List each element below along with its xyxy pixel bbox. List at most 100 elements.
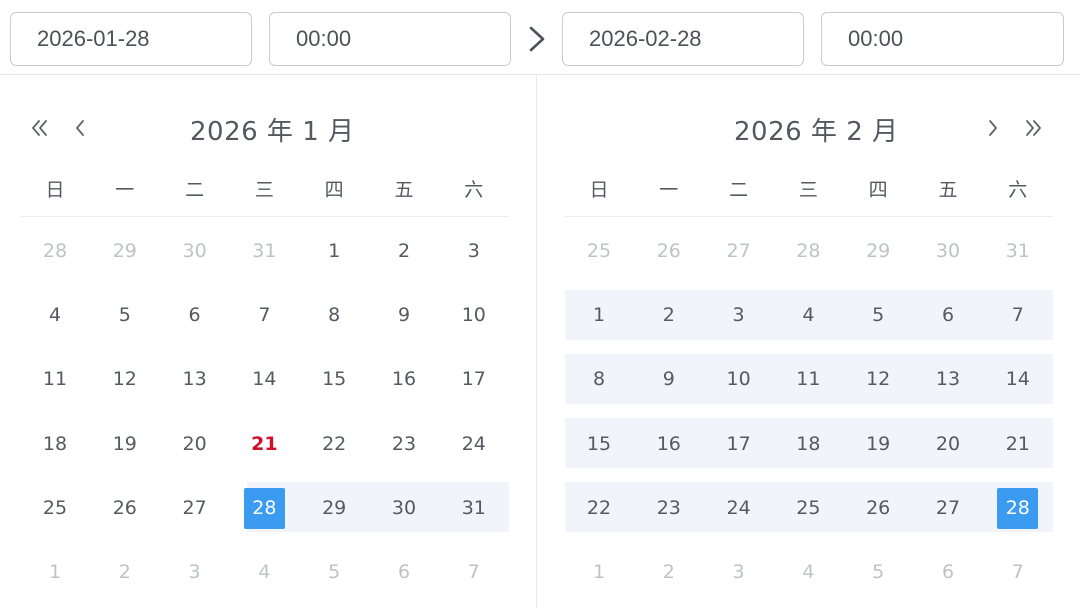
day-cell[interactable]: 11: [777, 354, 839, 404]
day-cell[interactable]: 3: [708, 290, 770, 340]
day-cell[interactable]: 25: [777, 483, 839, 533]
day-cell[interactable]: 23: [373, 419, 435, 469]
day-cell[interactable]: 27: [164, 483, 226, 533]
day-cell[interactable]: 4: [777, 290, 839, 340]
day-cell[interactable]: 6: [917, 547, 979, 597]
day-cell[interactable]: 1: [303, 226, 365, 276]
day-cell[interactable]: 13: [917, 354, 979, 404]
day-cell[interactable]: 2: [94, 547, 156, 597]
day-cell[interactable]: 22: [568, 483, 630, 533]
day-cell[interactable]: 29: [94, 226, 156, 276]
day-cell[interactable]: 16: [373, 354, 435, 404]
day-number: 26: [656, 240, 681, 262]
day-cell[interactable]: 28: [24, 226, 86, 276]
day-cell[interactable]: 25: [568, 226, 630, 276]
day-cell[interactable]: 9: [373, 290, 435, 340]
day-cell[interactable]: 31: [443, 483, 505, 533]
day-cell[interactable]: 5: [847, 547, 909, 597]
day-cell-selected[interactable]: 28: [987, 483, 1049, 533]
day-cell[interactable]: 7: [987, 290, 1049, 340]
day-cell[interactable]: 15: [568, 419, 630, 469]
day-cell[interactable]: 30: [164, 226, 226, 276]
day-cell[interactable]: 25: [24, 483, 86, 533]
day-cell[interactable]: 2: [638, 290, 700, 340]
day-cell[interactable]: 17: [708, 419, 770, 469]
day-cell[interactable]: 4: [777, 547, 839, 597]
day-cell[interactable]: 10: [708, 354, 770, 404]
double-chevron-right-icon[interactable]: [1020, 115, 1046, 141]
day-cell-selected[interactable]: 28: [233, 483, 295, 533]
day-cell[interactable]: 20: [164, 419, 226, 469]
day-cell[interactable]: 31: [987, 226, 1049, 276]
day-cell[interactable]: 17: [443, 354, 505, 404]
day-cell[interactable]: 10: [443, 290, 505, 340]
day-cell[interactable]: 29: [303, 483, 365, 533]
day-cell[interactable]: 11: [24, 354, 86, 404]
day-cell[interactable]: 18: [777, 419, 839, 469]
day-cell[interactable]: 6: [373, 547, 435, 597]
day-cell[interactable]: 20: [917, 419, 979, 469]
day-cell-today[interactable]: 21: [233, 419, 295, 469]
day-number: 17: [726, 432, 751, 455]
day-cell[interactable]: 19: [94, 419, 156, 469]
start-date-input[interactable]: 2026-01-28: [10, 12, 252, 66]
day-number: 30: [182, 240, 207, 262]
day-cell[interactable]: 30: [917, 226, 979, 276]
day-cell[interactable]: 30: [373, 483, 435, 533]
end-date-input[interactable]: 2026-02-28: [562, 12, 804, 66]
day-cell[interactable]: 8: [303, 290, 365, 340]
day-cell[interactable]: 5: [94, 290, 156, 340]
day-cell[interactable]: 5: [847, 290, 909, 340]
end-time-input[interactable]: 00:00: [821, 12, 1064, 66]
day-cell[interactable]: 2: [638, 547, 700, 597]
day-cell[interactable]: 29: [847, 226, 909, 276]
day-number: 31: [1005, 240, 1030, 262]
day-cell[interactable]: 8: [568, 354, 630, 404]
day-cell[interactable]: 14: [987, 354, 1049, 404]
day-number: 30: [935, 240, 961, 262]
day-cell[interactable]: 2: [373, 226, 435, 276]
chevron-right-icon[interactable]: [980, 115, 1006, 141]
day-cell[interactable]: 5: [303, 547, 365, 597]
day-cell[interactable]: 14: [233, 354, 295, 404]
day-cell[interactable]: 12: [94, 354, 156, 404]
day-cell[interactable]: 7: [233, 290, 295, 340]
day-cell[interactable]: 4: [233, 547, 295, 597]
day-cell[interactable]: 7: [987, 547, 1049, 597]
day-cell[interactable]: 1: [568, 547, 630, 597]
day-cell[interactable]: 6: [917, 290, 979, 340]
start-time-input[interactable]: 00:00: [269, 12, 511, 66]
day-cell[interactable]: 4: [24, 290, 86, 340]
day-cell[interactable]: 24: [443, 419, 505, 469]
day-cell[interactable]: 15: [303, 354, 365, 404]
day-cell[interactable]: 24: [708, 483, 770, 533]
day-cell[interactable]: 16: [638, 419, 700, 469]
day-cell[interactable]: 26: [94, 483, 156, 533]
day-cell[interactable]: 9: [638, 354, 700, 404]
day-number: 27: [726, 240, 751, 262]
day-cell[interactable]: 26: [847, 483, 909, 533]
chevron-left-icon[interactable]: [67, 115, 93, 141]
day-cell[interactable]: 3: [708, 547, 770, 597]
day-cell[interactable]: 19: [847, 419, 909, 469]
weekday-header: 六: [1008, 179, 1028, 201]
day-cell[interactable]: 22: [303, 419, 365, 469]
day-cell[interactable]: 1: [568, 290, 630, 340]
day-cell[interactable]: 26: [638, 226, 700, 276]
chevron-right-icon: [522, 20, 552, 58]
day-cell[interactable]: 1: [24, 547, 86, 597]
day-cell[interactable]: 27: [917, 483, 979, 533]
day-cell[interactable]: 27: [708, 226, 770, 276]
day-cell[interactable]: 21: [987, 419, 1049, 469]
day-cell[interactable]: 23: [638, 483, 700, 533]
day-cell[interactable]: 12: [847, 354, 909, 404]
day-cell[interactable]: 6: [164, 290, 226, 340]
day-cell[interactable]: 28: [777, 226, 839, 276]
day-cell[interactable]: 7: [443, 547, 505, 597]
day-cell[interactable]: 31: [233, 226, 295, 276]
double-chevron-left-icon[interactable]: [27, 115, 53, 141]
day-cell[interactable]: 3: [443, 226, 505, 276]
day-cell[interactable]: 3: [164, 547, 226, 597]
day-cell[interactable]: 13: [164, 354, 226, 404]
day-cell[interactable]: 18: [24, 419, 86, 469]
